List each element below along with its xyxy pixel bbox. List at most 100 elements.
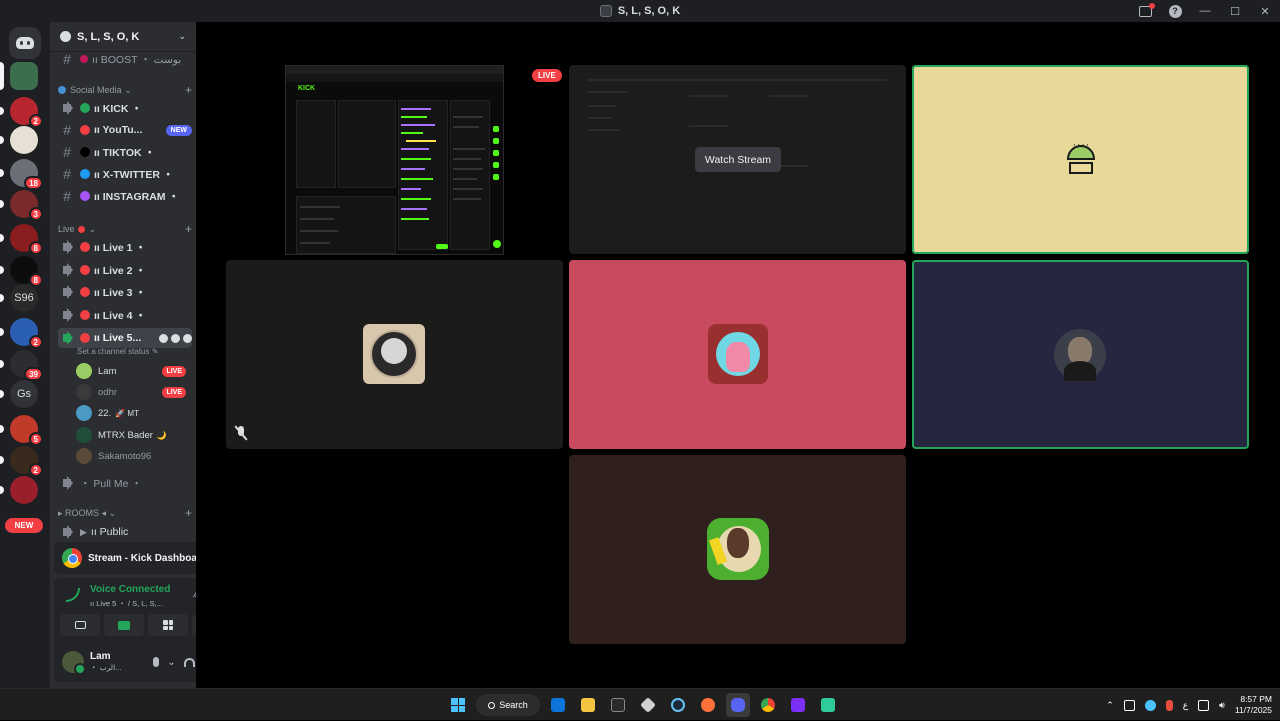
taskbar-app-explorer[interactable] xyxy=(576,693,600,717)
server-icon-7[interactable]: S96 xyxy=(0,284,38,312)
channel-social-4[interactable]: # ıı INSTAGRAM ・ xyxy=(58,186,192,206)
server-icon-1[interactable]: 2 xyxy=(0,97,43,128)
channel-pull-me[interactable]: ・ Pull Me ・ xyxy=(58,473,192,493)
browser-url-bar xyxy=(286,74,503,82)
server-header[interactable]: S, L, S, O, K ⌄ xyxy=(50,22,196,52)
channel-social-1[interactable]: # ıı YouTu... NEW xyxy=(58,120,192,140)
tray-app-icon[interactable] xyxy=(1123,699,1135,711)
channel-status[interactable]: Set a channel status ✎ xyxy=(77,347,158,356)
channel-social-3[interactable]: # ıı X-TWITTER ・ xyxy=(58,164,192,184)
channel-live-4[interactable]: ıı Live 4 ・ xyxy=(58,305,192,325)
server-icon-13[interactable] xyxy=(0,476,38,504)
server-icon-6[interactable]: 8 xyxy=(0,256,43,287)
tray-network-icon[interactable] xyxy=(1144,699,1156,711)
channel-boost[interactable]: # ıı BOOST ・ بوست xyxy=(58,49,192,69)
voice-user[interactable]: odhr LIVE xyxy=(76,382,186,402)
stream-panel[interactable]: Stream - Kick Dashboar... xyxy=(54,542,196,574)
server-icon-4[interactable]: 3 xyxy=(0,190,43,221)
taskbar-app-next[interactable] xyxy=(786,693,810,717)
taskbar-search[interactable]: Search xyxy=(476,694,540,716)
server-icon-2[interactable] xyxy=(0,126,38,154)
add-channel-icon[interactable]: + xyxy=(185,506,192,520)
start-button[interactable] xyxy=(446,693,470,717)
voice-user[interactable]: Sakamoto96 xyxy=(76,446,186,466)
channel-live-1[interactable]: ıı Live 1 ・ xyxy=(58,237,192,257)
help-button[interactable]: ? xyxy=(1160,0,1190,22)
connection-icon[interactable] xyxy=(66,588,80,602)
speaker-icon xyxy=(58,101,76,115)
voice-channel-label[interactable]: ıı Live 5 ・ / S, L, S,... xyxy=(90,598,163,609)
taskbar-app-firefox[interactable] xyxy=(696,693,720,717)
camera-off-icon xyxy=(74,621,86,629)
headphones-icon[interactable] xyxy=(183,657,195,667)
home-button[interactable] xyxy=(9,27,41,59)
voice-status[interactable]: Voice Connected xyxy=(90,584,170,595)
channel-social-0[interactable]: ıı KICK ・ xyxy=(58,98,192,118)
taskbar-app-discord[interactable] xyxy=(726,693,750,717)
clock[interactable]: 8:57 PM 11/7/2025 xyxy=(1235,694,1272,716)
channel-public[interactable]: ▶ ıı Public xyxy=(58,522,192,542)
input-language[interactable]: ع xyxy=(1183,700,1188,711)
volume-icon[interactable]: 🔊︎ xyxy=(1219,700,1225,711)
chevron-down-icon[interactable]: ⌄ xyxy=(167,657,175,668)
category-live[interactable]: Live ⌄ + xyxy=(58,221,192,237)
wifi-icon[interactable] xyxy=(1198,699,1210,711)
unread-pill xyxy=(0,169,4,177)
server-icon-5[interactable]: 8 xyxy=(0,224,43,255)
stream-col xyxy=(296,100,336,188)
participant-tile-odhr[interactable] xyxy=(226,260,563,449)
channel-live-5[interactable]: ıı Live 5... xyxy=(58,328,192,348)
taskbar-app-chrome[interactable] xyxy=(756,693,780,717)
participant-tile-22[interactable] xyxy=(569,260,906,449)
activities-button[interactable] xyxy=(148,614,188,636)
channel-live-3[interactable]: ıı Live 3 ・ xyxy=(58,282,192,302)
category-rooms[interactable]: ▸ ROOMS ◂ ⌄ + xyxy=(58,505,192,521)
participant-tile-mtrx-bader[interactable] xyxy=(912,260,1249,449)
close-button[interactable]: ✕ xyxy=(1250,0,1280,22)
taskbar-app-steam[interactable] xyxy=(666,693,690,717)
minimize-button[interactable]: — xyxy=(1190,0,1220,22)
category-social-media[interactable]: Social Media ⌄ + xyxy=(58,82,192,98)
camera-button[interactable] xyxy=(60,614,100,636)
tray-mic-icon[interactable] xyxy=(1165,699,1173,711)
participant-tile-sakamoto96[interactable] xyxy=(569,455,906,644)
invite-icon[interactable] xyxy=(171,333,180,343)
server-icon-9[interactable]: 39 xyxy=(0,350,43,381)
new-servers-pill[interactable]: NEW xyxy=(5,518,43,533)
taskbar-app-green[interactable] xyxy=(816,693,840,717)
server-icon-0[interactable] xyxy=(0,62,38,90)
avatar[interactable] xyxy=(62,651,86,675)
activity-col xyxy=(296,196,396,254)
participant-tile-lam[interactable]: · · · · xyxy=(912,65,1249,254)
server-icon-3[interactable]: 18 xyxy=(0,159,43,190)
server-icon-12[interactable]: 2 xyxy=(0,446,43,477)
inbox-button[interactable] xyxy=(1130,0,1160,22)
speaker-icon xyxy=(58,476,76,490)
maximize-button[interactable]: ☐ xyxy=(1220,0,1250,22)
channel-social-2[interactable]: # ıı TIKTOK ・ xyxy=(58,142,192,162)
mic-icon[interactable] xyxy=(153,657,160,667)
voice-panel: Voice Connected ıı Live 5 ・ / S, L, S,..… xyxy=(54,578,196,642)
voice-user[interactable]: MTRX Bader 🌙 xyxy=(76,425,186,445)
server-icon-8[interactable]: 2 xyxy=(0,318,43,349)
taskbar-app-store[interactable] xyxy=(546,693,570,717)
gear-icon[interactable] xyxy=(183,333,192,343)
add-channel-icon[interactable]: + xyxy=(185,222,192,236)
screen-share-button[interactable] xyxy=(104,614,144,636)
stream-tile-kick[interactable]: KICK xyxy=(285,65,504,255)
voice-user[interactable]: Lam LIVE xyxy=(76,361,186,381)
channel-live-2[interactable]: ıı Live 2 ・ xyxy=(58,260,192,280)
unread-pill xyxy=(0,456,4,464)
voice-user[interactable]: 22. 🚀 MT xyxy=(76,403,186,423)
chat-icon[interactable] xyxy=(159,333,168,343)
watch-stream-button[interactable]: Watch Stream xyxy=(695,147,781,172)
taskbar-app-unity[interactable] xyxy=(636,693,660,717)
avatar xyxy=(707,518,769,580)
taskbar-app-epic[interactable] xyxy=(606,693,630,717)
server-icon-11[interactable]: 5 xyxy=(0,415,43,446)
chevron-up-icon[interactable]: ⌃ xyxy=(1106,700,1114,711)
discord-app: S, L, S, O, K ? — ☐ ✕ 2 18 3 8 8 S96 2 39 Gs 5 2 N… xyxy=(0,0,1280,720)
kick-logo: KICK xyxy=(298,85,316,92)
add-channel-icon[interactable]: + xyxy=(185,83,192,97)
server-icon-10[interactable]: Gs xyxy=(0,380,38,408)
